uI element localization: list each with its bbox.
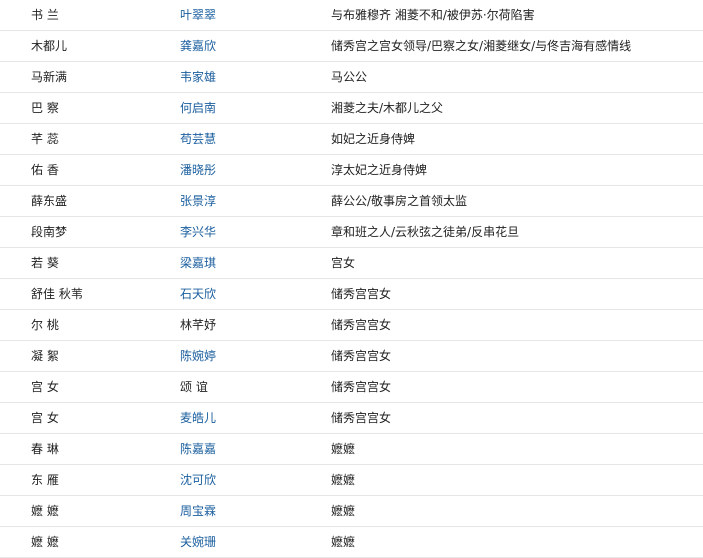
role-description: 嬷嬷 [331, 535, 356, 549]
role-description: 储秀宫宫女 [331, 411, 392, 425]
cast-row: 若 葵 梁嘉琪 宫女 [0, 248, 703, 279]
actor-link[interactable]: 潘晓彤 [180, 155, 216, 185]
role-description: 如妃之近身侍婢 [331, 132, 416, 146]
role-description: 与布雅穆齐 湘菱不和/被伊苏·尔荷陷害 [331, 8, 535, 22]
role-name: 芊 蕊 [31, 132, 59, 146]
role-description: 储秀宫宫女 [331, 380, 392, 394]
role-description: 嬷嬷 [331, 473, 356, 487]
cast-row: 宫 女 麦皓儿 储秀宫宫女 [0, 403, 703, 434]
cast-row: 嬷 嬷 周宝霖 嬷嬷 [0, 496, 703, 527]
role-name: 书 兰 [31, 8, 59, 22]
role-name: 尔 桃 [31, 318, 59, 332]
cast-row: 马新满 韦家雄 马公公 [0, 62, 703, 93]
role-name: 薛东盛 [31, 194, 68, 208]
role-name: 舒佳 秋苇 [31, 287, 83, 301]
role-name: 段南梦 [31, 225, 68, 239]
role-description: 嬷嬷 [331, 442, 356, 456]
actor-link[interactable]: 关婉珊 [180, 527, 216, 557]
role-name: 嬷 嬷 [31, 504, 59, 518]
actor-link[interactable]: 陈嘉嘉 [180, 434, 216, 464]
actor-link[interactable]: 周宝霖 [180, 496, 216, 526]
role-name: 巴 察 [31, 101, 59, 115]
cast-row: 佑 香 潘晓彤 淳太妃之近身侍婢 [0, 155, 703, 186]
role-description: 宫女 [331, 256, 356, 270]
actor-link[interactable]: 苟芸慧 [180, 124, 216, 154]
actor-link[interactable]: 叶翠翠 [180, 0, 216, 30]
role-name: 东 雁 [31, 473, 59, 487]
role-name: 凝 絮 [31, 349, 59, 363]
cast-row: 嬷 嬷 关婉珊 嬷嬷 [0, 527, 703, 558]
cast-row: 凝 絮 陈婉婷 储秀宫宫女 [0, 341, 703, 372]
actor-link[interactable]: 李兴华 [180, 217, 216, 247]
role-name: 马新满 [31, 70, 68, 84]
role-description: 淳太妃之近身侍婢 [331, 163, 428, 177]
role-description: 储秀宫之宫女领导/巴察之女/湘菱继女/与佟吉海有感情线 [331, 39, 632, 53]
role-description: 嬷嬷 [331, 504, 356, 518]
actor-link[interactable]: 陈婉婷 [180, 341, 216, 371]
cast-row: 尔 桃 林芊妤 储秀宫宫女 [0, 310, 703, 341]
actor-link[interactable]: 何启南 [180, 93, 216, 123]
cast-row: 巴 察 何启南 湘菱之夫/木都儿之父 [0, 93, 703, 124]
cast-row: 芊 蕊 苟芸慧 如妃之近身侍婢 [0, 124, 703, 155]
role-description: 湘菱之夫/木都儿之父 [331, 101, 444, 115]
cast-row: 书 兰 叶翠翠 与布雅穆齐 湘菱不和/被伊苏·尔荷陷害 [0, 0, 703, 31]
actor-link[interactable]: 石天欣 [180, 279, 216, 309]
actor-name: 林芊妤 [180, 318, 217, 332]
actor-link[interactable]: 麦皓儿 [180, 403, 216, 433]
role-description: 章和班之人/云秋弦之徒弟/反串花旦 [331, 225, 520, 239]
cast-row: 舒佳 秋苇 石天欣 储秀宫宫女 [0, 279, 703, 310]
cast-row: 段南梦 李兴华 章和班之人/云秋弦之徒弟/反串花旦 [0, 217, 703, 248]
cast-row: 东 雁 沈可欣 嬷嬷 [0, 465, 703, 496]
cast-row: 春 琳 陈嘉嘉 嬷嬷 [0, 434, 703, 465]
actor-link[interactable]: 韦家雄 [180, 62, 216, 92]
role-description: 储秀宫宫女 [331, 349, 392, 363]
cast-row: 宫 女 颂 谊 储秀宫宫女 [0, 372, 703, 403]
role-name: 宫 女 [31, 380, 59, 394]
actor-link[interactable]: 梁嘉琪 [180, 248, 216, 278]
role-name: 若 葵 [31, 256, 59, 270]
role-description: 储秀宫宫女 [331, 287, 392, 301]
role-name: 宫 女 [31, 411, 59, 425]
actor-link[interactable]: 龚嘉欣 [180, 31, 216, 61]
cast-row: 木都儿 龚嘉欣 储秀宫之宫女领导/巴察之女/湘菱继女/与佟吉海有感情线 [0, 31, 703, 62]
actor-link[interactable]: 张景淳 [180, 186, 216, 216]
role-description: 薛公公/敬事房之首领太监 [331, 194, 468, 208]
role-name: 春 琳 [31, 442, 59, 456]
role-description: 马公公 [331, 70, 368, 84]
role-name: 佑 香 [31, 163, 59, 177]
role-name: 嬷 嬷 [31, 535, 59, 549]
actor-name: 颂 谊 [180, 380, 208, 394]
actor-link[interactable]: 沈可欣 [180, 465, 216, 495]
cast-table: 书 兰 叶翠翠 与布雅穆齐 湘菱不和/被伊苏·尔荷陷害木都儿 龚嘉欣 储秀宫之宫女领导/… [0, 0, 703, 558]
role-name: 木都儿 [31, 39, 68, 53]
role-description: 储秀宫宫女 [331, 318, 392, 332]
cast-row: 薛东盛 张景淳 薛公公/敬事房之首领太监 [0, 186, 703, 217]
